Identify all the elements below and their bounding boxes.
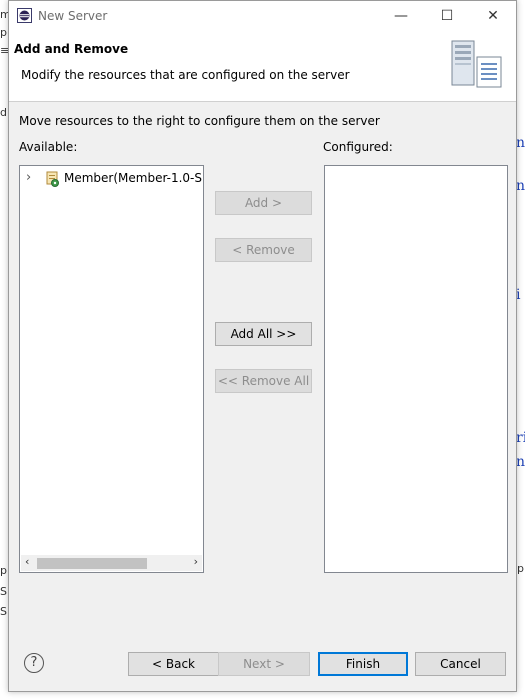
bg-text: S [0,605,7,618]
close-button[interactable]: ✕ [470,1,516,31]
help-icon[interactable]: ? [24,653,44,673]
server-banner-icon [449,39,507,93]
title-bar[interactable]: New Server — ☐ ✕ [9,1,516,31]
web-module-icon [44,171,60,187]
scrollbar-thumb[interactable] [37,558,147,569]
instruction-text: Move resources to the right to configure… [19,114,380,128]
new-server-dialog: New Server — ☐ ✕ Add and Remove Modify t… [8,0,517,692]
remove-all-button[interactable]: << Remove All [215,369,312,393]
configured-label: Configured: [323,140,393,154]
finish-button[interactable]: Finish [318,652,408,676]
bg-text: ri [516,430,525,446]
page-description: Modify the resources that are configured… [21,68,350,82]
maximize-button[interactable]: ☐ [424,1,470,31]
add-button[interactable]: Add > [215,191,312,215]
bg-text: n [516,178,525,194]
scroll-right-icon[interactable]: › [194,555,198,568]
page-title: Add and Remove [14,42,129,56]
bg-text: p [0,26,7,39]
eclipse-app-icon [17,8,32,23]
cancel-button[interactable]: Cancel [415,652,506,676]
maximize-icon: ☐ [440,8,454,24]
bg-text: S [0,585,7,598]
remove-button[interactable]: < Remove [215,238,312,262]
configured-list[interactable] [324,165,508,573]
minimize-icon: — [394,8,408,24]
available-label: Available: [19,140,78,154]
bg-text: d [0,106,7,119]
add-all-button[interactable]: Add All >> [215,322,312,346]
next-button[interactable]: Next > [218,652,310,676]
available-list[interactable]: › Member(Member-1.0-S ‹ › [19,165,204,573]
tree-item-label: Member(Member-1.0-S [64,171,202,185]
back-button[interactable]: < Back [128,652,219,676]
horizontal-scrollbar[interactable]: ‹ › [21,555,202,571]
bg-text: n [516,454,525,470]
expand-chevron-icon[interactable]: › [26,170,31,185]
window-title: New Server [38,9,108,23]
wizard-header: Add and Remove Modify the resources that… [9,31,516,102]
bg-text: p [0,564,7,577]
close-icon: ✕ [487,8,499,24]
minimize-button[interactable]: — [378,1,424,31]
bg-text: ni [516,135,525,151]
scroll-left-icon[interactable]: ‹ [25,555,29,568]
